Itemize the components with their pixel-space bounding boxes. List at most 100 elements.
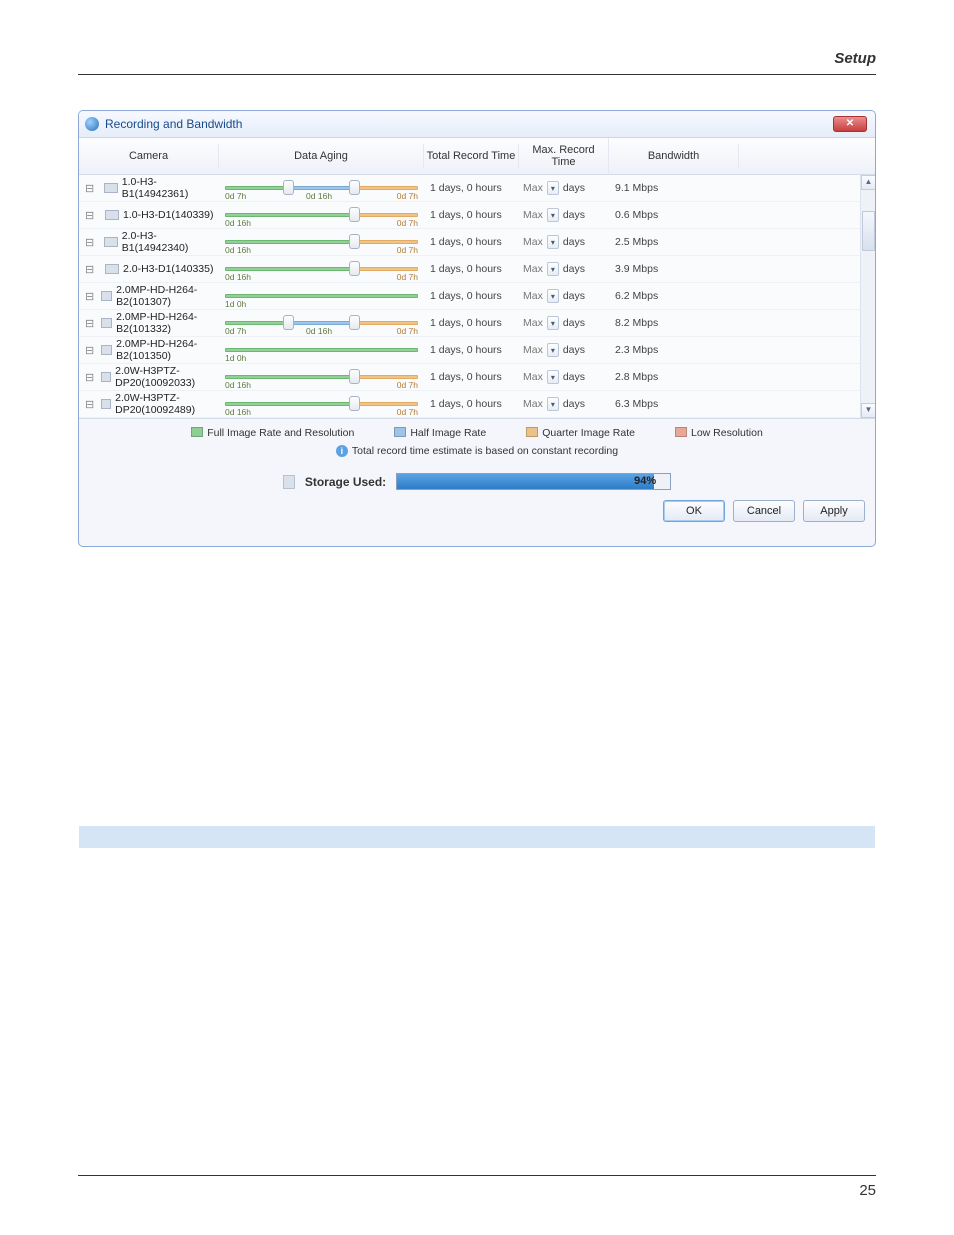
chevron-down-icon[interactable]: ▾ <box>547 343 559 357</box>
data-aging-cell[interactable]: 0d 7h0d 16h0d 7h <box>219 177 424 199</box>
data-aging-cell[interactable]: 1d 0h <box>219 285 424 307</box>
camera-name: 2.0W-H3PTZ-DP20(10092033) <box>115 365 219 389</box>
tree-expander-icon[interactable]: ⊟ <box>85 398 97 411</box>
camera-icon <box>101 372 112 382</box>
slider-thumb[interactable] <box>283 180 294 195</box>
camera-cell: ⊟2.0MP-HD-H264-B2(101350) <box>79 338 219 362</box>
table-row: ⊟2.0W-H3PTZ-DP20(10092033)0d 16h0d 7h1 d… <box>79 364 875 391</box>
table-row: ⊟2.0W-H3PTZ-DP20(10092489)0d 16h0d 7h1 d… <box>79 391 875 418</box>
slider-thumb[interactable] <box>349 180 360 195</box>
max-unit: days <box>563 344 585 356</box>
camera-name: 2.0W-H3PTZ-DP20(10092489) <box>115 392 219 416</box>
max-record-cell[interactable]: Max▾days <box>519 262 609 276</box>
chevron-down-icon[interactable]: ▾ <box>547 289 559 303</box>
ok-button[interactable]: OK <box>663 500 725 522</box>
bandwidth-cell: 2.8 Mbps <box>609 371 739 383</box>
chevron-down-icon[interactable]: ▾ <box>547 397 559 411</box>
camera-icon <box>105 264 119 274</box>
tree-expander-icon[interactable]: ⊟ <box>85 371 97 384</box>
data-aging-cell[interactable]: 0d 16h0d 7h <box>219 393 424 415</box>
max-unit: days <box>563 290 585 302</box>
data-aging-cell[interactable]: 0d 16h0d 7h <box>219 366 424 388</box>
camera-name: 1.0-H3-D1(140339) <box>123 209 213 221</box>
tree-expander-icon[interactable]: ⊟ <box>85 344 97 357</box>
recording-bandwidth-dialog: Recording and Bandwidth ✕ Camera Data Ag… <box>78 110 876 547</box>
dialog-titlebar[interactable]: Recording and Bandwidth ✕ <box>79 111 875 138</box>
bandwidth-cell: 6.3 Mbps <box>609 398 739 410</box>
cancel-button[interactable]: Cancel <box>733 500 795 522</box>
tree-expander-icon[interactable]: ⊟ <box>85 236 100 249</box>
column-total-record[interactable]: Total Record Time <box>424 144 519 168</box>
chevron-down-icon[interactable]: ▾ <box>547 235 559 249</box>
column-max-record[interactable]: Max. Record Time <box>519 138 609 174</box>
slider-thumb[interactable] <box>349 396 360 411</box>
column-camera[interactable]: Camera <box>79 144 219 168</box>
max-record-cell[interactable]: Max▾days <box>519 316 609 330</box>
max-unit: days <box>563 236 585 248</box>
max-record-cell[interactable]: Max▾days <box>519 370 609 384</box>
total-record-cell: 1 days, 0 hours <box>424 236 519 248</box>
max-record-cell[interactable]: Max▾days <box>519 397 609 411</box>
bandwidth-cell: 8.2 Mbps <box>609 317 739 329</box>
max-unit: days <box>563 371 585 383</box>
max-record-cell[interactable]: Max▾days <box>519 343 609 357</box>
scroll-thumb[interactable] <box>862 211 875 251</box>
table-row: ⊟2.0-H3-D1(140335)0d 16h0d 7h1 days, 0 h… <box>79 256 875 283</box>
data-aging-cell[interactable]: 0d 16h0d 7h <box>219 231 424 253</box>
tree-expander-icon[interactable]: ⊟ <box>85 263 101 276</box>
data-aging-cell[interactable]: 0d 16h0d 7h <box>219 258 424 280</box>
bandwidth-cell: 6.2 Mbps <box>609 290 739 302</box>
max-record-cell[interactable]: Max▾days <box>519 208 609 222</box>
slider-thumb[interactable] <box>283 315 294 330</box>
slider-thumb[interactable] <box>349 234 360 249</box>
chevron-down-icon[interactable]: ▾ <box>547 316 559 330</box>
legend-row: Full Image Rate and Resolution Half Imag… <box>79 427 875 439</box>
camera-cell: ⊟2.0-H3-B1(14942340) <box>79 230 219 254</box>
column-data-aging[interactable]: Data Aging <box>219 144 424 168</box>
info-text: Total record time estimate is based on c… <box>352 445 618 457</box>
tree-expander-icon[interactable]: ⊟ <box>85 317 97 330</box>
legend-quarter: Quarter Image Rate <box>526 427 635 439</box>
scrollbar[interactable]: ▲ ▼ <box>860 175 875 418</box>
tree-expander-icon[interactable]: ⊟ <box>85 209 101 222</box>
total-record-cell: 1 days, 0 hours <box>424 290 519 302</box>
data-aging-cell[interactable]: 1d 0h <box>219 339 424 361</box>
chevron-down-icon[interactable]: ▾ <box>547 262 559 276</box>
legend-full: Full Image Rate and Resolution <box>191 427 354 439</box>
scroll-down-arrow[interactable]: ▼ <box>861 403 876 418</box>
max-value: Max <box>523 209 543 221</box>
swatch-green-icon <box>191 427 203 437</box>
camera-name: 2.0MP-HD-H264-B2(101332) <box>116 311 219 335</box>
total-record-cell: 1 days, 0 hours <box>424 209 519 221</box>
max-record-cell[interactable]: Max▾days <box>519 181 609 195</box>
chevron-down-icon[interactable]: ▾ <box>547 181 559 195</box>
column-bandwidth[interactable]: Bandwidth <box>609 144 739 168</box>
max-record-cell[interactable]: Max▾days <box>519 235 609 249</box>
tree-expander-icon[interactable]: ⊟ <box>85 182 100 195</box>
max-record-cell[interactable]: Max▾days <box>519 289 609 303</box>
chevron-down-icon[interactable]: ▾ <box>547 208 559 222</box>
scroll-up-arrow[interactable]: ▲ <box>861 175 876 190</box>
chevron-down-icon[interactable]: ▾ <box>547 370 559 384</box>
slider-thumb[interactable] <box>349 261 360 276</box>
tree-expander-icon[interactable]: ⊟ <box>85 290 97 303</box>
camera-icon <box>104 183 117 193</box>
data-aging-cell[interactable]: 0d 7h0d 16h0d 7h <box>219 312 424 334</box>
close-button[interactable]: ✕ <box>833 116 867 132</box>
legend-area: Full Image Rate and Resolution Half Imag… <box>79 418 875 546</box>
slider-thumb[interactable] <box>349 315 360 330</box>
max-value: Max <box>523 398 543 410</box>
highlight-band <box>79 826 875 848</box>
apply-button[interactable]: Apply <box>803 500 865 522</box>
total-record-cell: 1 days, 0 hours <box>424 344 519 356</box>
max-value: Max <box>523 263 543 275</box>
camera-cell: ⊟2.0MP-HD-H264-B2(101307) <box>79 284 219 308</box>
legend-low: Low Resolution <box>675 427 763 439</box>
slider-thumb[interactable] <box>349 369 360 384</box>
table-row: ⊟ 2.0MP-HD-H264-B2(101332)0d 7h0d 16h0d 7… <box>79 310 875 337</box>
storage-bar: 94% <box>396 473 671 490</box>
data-aging-cell[interactable]: 0d 16h0d 7h <box>219 204 424 226</box>
total-record-cell: 1 days, 0 hours <box>424 317 519 329</box>
disk-icon <box>283 475 295 489</box>
slider-thumb[interactable] <box>349 207 360 222</box>
